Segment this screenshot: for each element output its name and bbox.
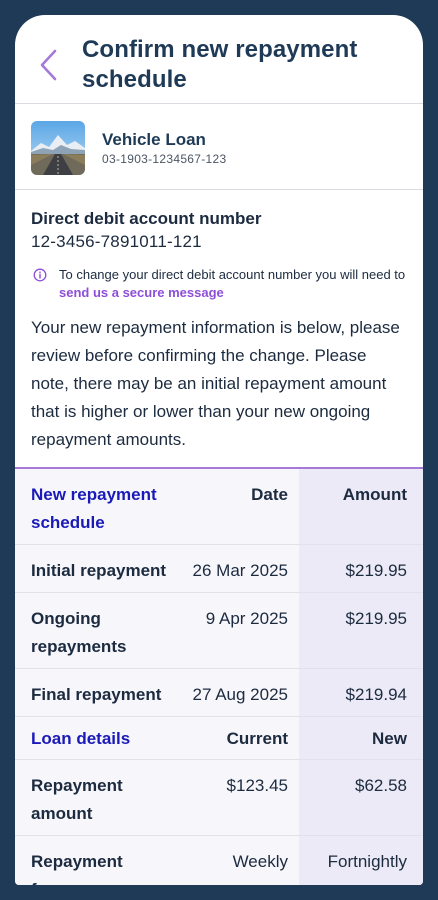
table-row: Ongoing repayments 9 Apr 2025 $219.95 [15,592,423,669]
debit-account-label: Direct debit account number [31,209,262,228]
schedule-header-amount: Amount [288,469,423,545]
row-label: Final repayment [15,668,180,717]
schedule-header-row: New repayment schedule Date Amount [15,469,423,545]
schedule-header-date: Date [180,469,288,545]
row-new: $62.58 [288,759,423,836]
loan-image [31,121,85,175]
debit-account-value: 12-3456-7891011-121 [31,232,202,251]
table-row: Repayment frequency Weekly Fortnightly [15,835,423,885]
loan-name: Vehicle Loan [102,130,206,149]
back-button[interactable] [33,45,63,85]
info-circle-icon [33,268,47,282]
row-label: Repayment frequency [15,835,180,885]
row-current: $123.45 [180,759,288,836]
device-frame: Confirm new repayment schedule Vehicle L… [0,0,438,900]
debit-account-section: Direct debit account number 12-3456-7891… [15,190,423,454]
row-label: Initial repayment [15,544,180,593]
details-header-new: New [288,716,423,760]
details-header-row: Loan details Current New [15,716,423,760]
row-date: 9 Apr 2025 [180,592,288,669]
row-current: Weekly [180,835,288,885]
row-date: 26 Mar 2025 [180,544,288,593]
details-header-label: Loan details [15,716,180,760]
table-row: Repayment amount $123.45 $62.58 [15,759,423,836]
loan-account-number: 03-1903-1234567-123 [102,152,227,166]
intro-text: Your new repayment information is below,… [31,318,400,449]
page-header: Confirm new repayment schedule [15,15,423,104]
loan-summary: Vehicle Loan 03-1903-1234567-123 [15,104,423,190]
row-amount: $219.95 [288,544,423,593]
info-note-text: To change your direct debit account numb… [59,267,406,282]
screen: Confirm new repayment schedule Vehicle L… [15,15,423,885]
chevron-left-icon [40,49,57,81]
row-date: 27 Aug 2025 [180,668,288,717]
info-note: To change your direct debit account numb… [31,266,407,302]
page-title: Confirm new repayment schedule [82,36,358,93]
row-label: Ongoing repayments [15,592,180,669]
repayment-table: New repayment schedule Date Amount Initi… [15,467,423,885]
table-row: Initial repayment 26 Mar 2025 $219.95 [15,544,423,593]
details-header-current: Current [180,716,288,760]
row-new: Fortnightly [288,835,423,885]
row-amount: $219.94 [288,668,423,717]
schedule-header-label: New repayment schedule [15,469,180,545]
secure-message-link[interactable]: send us a secure message [59,285,224,300]
table-row: Final repayment 27 Aug 2025 $219.94 [15,668,423,717]
row-label: Repayment amount [15,759,180,836]
row-amount: $219.95 [288,592,423,669]
